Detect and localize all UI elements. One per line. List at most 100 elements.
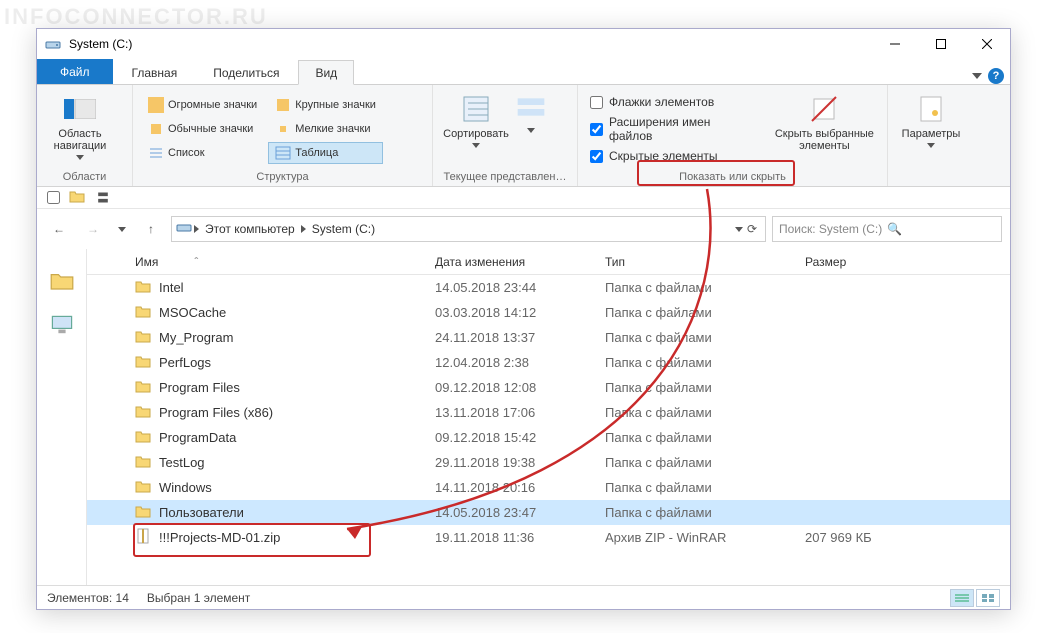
file-row[interactable]: Windows14.11.2018 20:16Папка с файлами <box>87 475 1010 500</box>
breadcrumb-this-pc[interactable]: Этот компьютер <box>201 222 299 236</box>
file-modified: 19.11.2018 11:36 <box>435 530 605 545</box>
file-extensions-option[interactable]: Расширения имен файлов <box>586 113 760 145</box>
watermark-text: INFOCONNECTOR.RU <box>4 4 268 30</box>
ribbon-tabs: Файл Главная Поделиться Вид ? <box>37 59 1010 85</box>
large-icons-view-button[interactable] <box>976 589 1000 607</box>
file-row[interactable]: Intel14.05.2018 23:44Папка с файлами <box>87 275 1010 300</box>
file-modified: 29.11.2018 19:38 <box>435 455 605 470</box>
folder-icon <box>135 403 151 422</box>
tab-share[interactable]: Поделиться <box>196 60 296 84</box>
layout-medium-icons[interactable]: Обычные значки <box>141 118 264 140</box>
chevron-right-icon[interactable] <box>301 225 306 233</box>
chevron-right-icon[interactable] <box>194 225 199 233</box>
status-bar: Элементов: 14 Выбран 1 элемент <box>37 585 1010 609</box>
file-name: PerfLogs <box>159 355 211 370</box>
file-name: Intel <box>159 280 184 295</box>
refresh-icon[interactable]: ⟳ <box>747 222 757 236</box>
file-row[interactable]: Program Files (x86)13.11.2018 17:06Папка… <box>87 400 1010 425</box>
help-icon[interactable]: ? <box>988 68 1004 84</box>
this-pc-icon[interactable] <box>50 313 74 337</box>
tab-file[interactable]: Файл <box>37 59 113 84</box>
folder-icon <box>135 378 151 397</box>
sort-by-label: Сортировать <box>443 128 509 140</box>
file-modified: 09.12.2018 15:42 <box>435 430 605 445</box>
breadcrumb-drive[interactable]: System (C:) <box>308 222 379 236</box>
group-by-button[interactable] <box>511 89 551 137</box>
file-modified: 14.11.2018 20:16 <box>435 480 605 495</box>
chevron-down-icon <box>472 143 480 148</box>
group-panes-label: Области <box>45 169 124 186</box>
column-type[interactable]: Тип <box>605 255 805 269</box>
file-row[interactable]: !!!Projects-MD-01.zip 19.11.2018 11:36Арх… <box>87 525 1010 550</box>
group-currentview-label: Текущее представлен… <box>441 169 569 186</box>
folder-icon <box>135 503 151 522</box>
tab-home[interactable]: Главная <box>115 60 195 84</box>
layout-large-icons[interactable]: Крупные значки <box>268 94 383 116</box>
close-button[interactable] <box>964 29 1010 59</box>
file-modified: 24.11.2018 13:37 <box>435 330 605 345</box>
group-showhide-label: Показать или скрыть <box>586 169 879 186</box>
hidden-items-option[interactable]: Скрытые элементы <box>586 147 760 165</box>
hidden-items-checkbox[interactable] <box>590 150 603 163</box>
file-type: Папка с файлами <box>605 355 805 370</box>
file-row[interactable]: ProgramData 09.12.2018 15:42Папка с файла… <box>87 425 1010 450</box>
title-bar: System (C:) <box>37 29 1010 59</box>
file-row[interactable]: My_Program24.11.2018 13:37Папка с файлам… <box>87 325 1010 350</box>
navigation-pane-button[interactable]: Область навигации <box>45 89 115 164</box>
layout-small-icons[interactable]: Мелкие значки <box>268 118 383 140</box>
tab-view[interactable]: Вид <box>298 60 354 85</box>
minimize-button[interactable] <box>872 29 918 59</box>
layout-extra-large-icons[interactable]: Огромные значки <box>141 94 264 116</box>
file-type: Папка с файлами <box>605 330 805 345</box>
item-checkboxes-checkbox[interactable] <box>590 96 603 109</box>
layout-details[interactable]: Таблица <box>268 142 383 164</box>
file-type: Архив ZIP - WinRAR <box>605 530 805 545</box>
back-button[interactable]: ← <box>45 215 73 243</box>
status-selection: Выбран 1 элемент <box>147 591 250 605</box>
navigation-pane-label: Область навигации <box>47 128 113 152</box>
file-type: Папка с файлами <box>605 505 805 520</box>
file-type: Папка с файлами <box>605 430 805 445</box>
details-view-button[interactable] <box>950 589 974 607</box>
hide-selected-button[interactable]: Скрыть выбранные элементы <box>770 89 879 156</box>
options-label: Параметры <box>902 128 961 140</box>
maximize-button[interactable] <box>918 29 964 59</box>
file-row[interactable]: TestLog 29.11.2018 19:38Папка с файлами <box>87 450 1010 475</box>
file-row[interactable]: MSOCache03.03.2018 14:12Папка с файлами <box>87 300 1010 325</box>
column-name[interactable]: Имяˆ <box>135 255 435 269</box>
file-name: !!!Projects-MD-01.zip <box>159 530 280 545</box>
file-row[interactable]: PerfLogs12.04.2018 2:38Папка с файлами <box>87 350 1010 375</box>
column-modified[interactable]: Дата изменения <box>435 255 605 269</box>
sort-by-button[interactable]: Сортировать <box>441 89 511 152</box>
column-size[interactable]: Размер <box>805 255 925 269</box>
zip-icon <box>135 528 151 547</box>
history-dropdown[interactable] <box>113 215 131 243</box>
group-layout-label: Структура <box>141 169 424 186</box>
item-checkboxes-option[interactable]: Флажки элементов <box>586 93 760 111</box>
up-button[interactable]: ↑ <box>137 215 165 243</box>
breadcrumb-history-icon[interactable] <box>735 227 743 232</box>
folder-icon[interactable] <box>50 269 74 293</box>
file-modified: 14.05.2018 23:44 <box>435 280 605 295</box>
nav-tree-collapsed[interactable] <box>37 249 87 585</box>
file-row[interactable]: Пользователи14.05.2018 23:47Папка с файл… <box>87 500 1010 525</box>
file-row[interactable]: Program Files09.12.2018 12:08Папка с фай… <box>87 375 1010 400</box>
layout-list[interactable]: Список <box>141 142 264 164</box>
qat-checkbox[interactable] <box>47 191 60 204</box>
status-item-count: Элементов: 14 <box>47 591 129 605</box>
search-input[interactable]: Поиск: System (C:) 🔍 <box>772 216 1002 242</box>
collapse-ribbon-icon[interactable] <box>972 73 982 79</box>
column-headers: Имяˆ Дата изменения Тип Размер <box>87 249 1010 275</box>
file-type: Папка с файлами <box>605 380 805 395</box>
forward-button[interactable]: → <box>79 215 107 243</box>
drive-icon <box>176 222 192 237</box>
qat-overflow-icon[interactable]: 〓 <box>97 189 109 206</box>
breadcrumb[interactable]: Этот компьютер System (C:) ⟳ <box>171 216 766 242</box>
file-type: Папка с файлами <box>605 455 805 470</box>
file-modified: 03.03.2018 14:12 <box>435 305 605 320</box>
file-extensions-checkbox[interactable] <box>590 123 603 136</box>
options-button[interactable]: Параметры <box>896 89 966 152</box>
file-name: TestLog <box>159 455 205 470</box>
search-placeholder: Поиск: System (C:) <box>779 222 887 236</box>
file-name: ProgramData <box>159 430 236 445</box>
